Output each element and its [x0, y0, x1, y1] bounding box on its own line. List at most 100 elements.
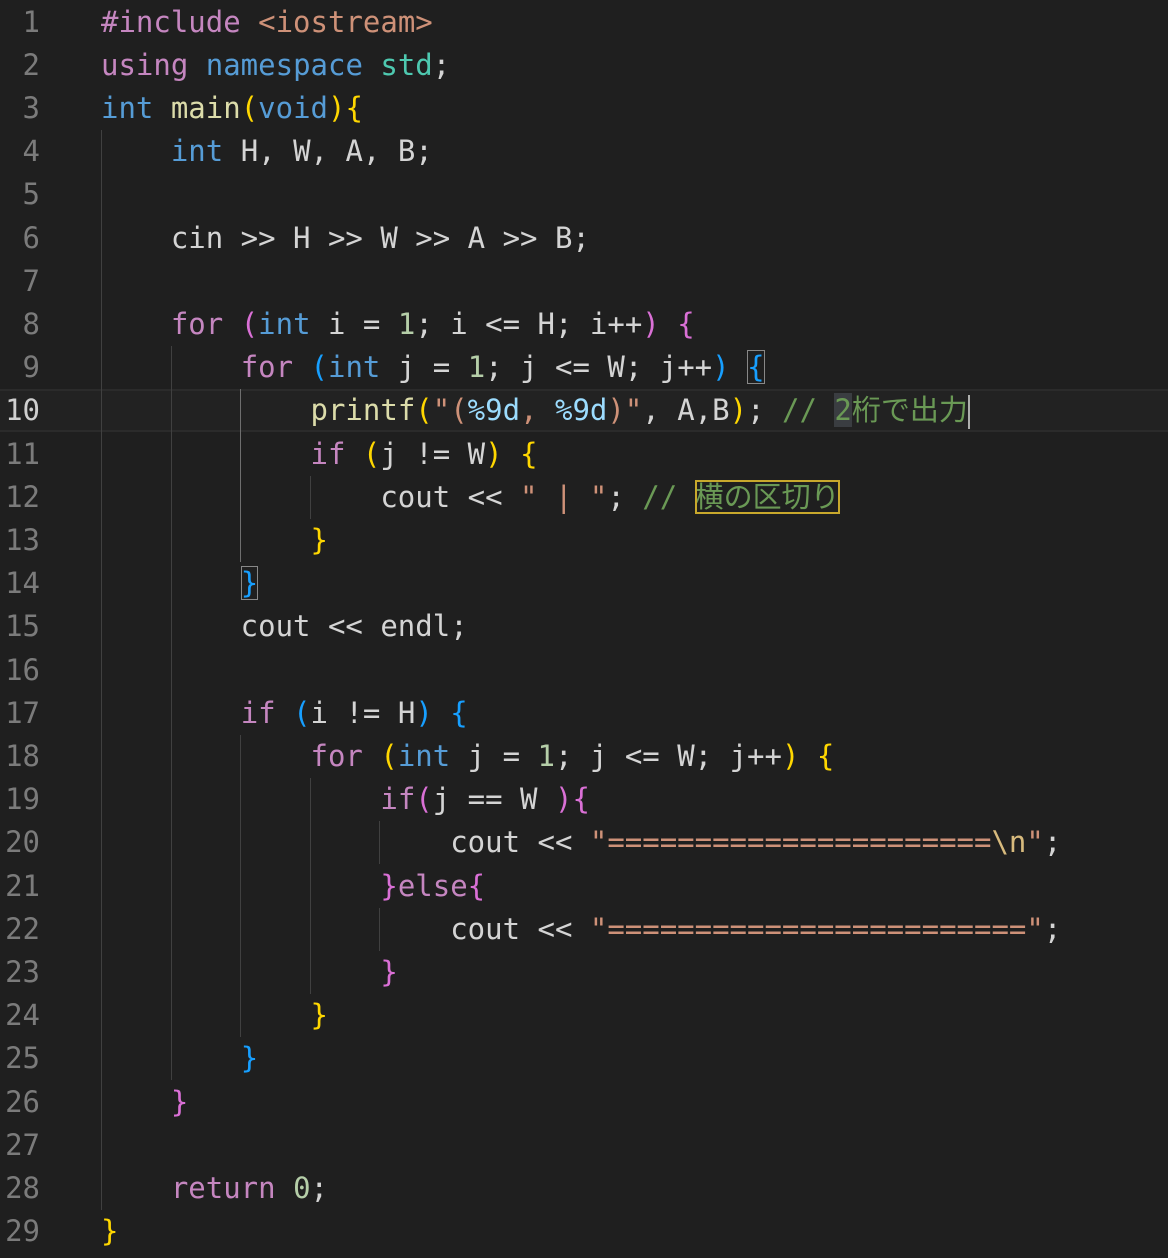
line-number: 10 — [5, 393, 40, 428]
code-token: ) — [712, 350, 730, 385]
code-token: ( — [380, 738, 398, 773]
code-line[interactable]: 17 if (i != H) { — [0, 692, 1168, 735]
code-line[interactable]: 2 using namespace std; — [0, 44, 1168, 87]
code-line[interactable]: 13 } — [0, 519, 1168, 562]
code-line[interactable]: 7 — [0, 260, 1168, 303]
code-token: ; — [1043, 911, 1062, 946]
code-line[interactable]: 24 } — [0, 994, 1168, 1037]
code-token: 1 — [397, 306, 416, 341]
code-line[interactable]: 4 int H, W, A, B; — [0, 130, 1168, 173]
code-text: if(j == W ){ — [101, 778, 590, 821]
code-text: } — [101, 1210, 118, 1253]
code-token: #include — [101, 4, 259, 39]
code-line[interactable]: 14 } — [0, 562, 1168, 605]
code-line[interactable]: 8 for (int i = 1; i <= H; i++) { — [0, 303, 1168, 346]
code-line[interactable]: 28 return 0; — [0, 1167, 1168, 1210]
line-number: 2 — [22, 47, 40, 82]
indent-guide — [101, 130, 102, 1211]
code-token: " | " — [520, 479, 608, 514]
code-line[interactable]: 23 } — [0, 951, 1168, 994]
code-token: for — [310, 738, 381, 773]
code-line[interactable]: 1 #include <iostream> — [0, 1, 1168, 44]
line-number: 19 — [5, 782, 40, 817]
code-token: j != W — [380, 436, 486, 471]
code-token: } — [240, 566, 259, 601]
code-line[interactable]: 29} — [0, 1210, 1168, 1253]
code-text: for (int j = 1; j <= W; j++) { — [101, 346, 765, 389]
code-token: } — [240, 1041, 259, 1076]
code-token: } — [170, 1084, 189, 1119]
code-token: { — [677, 306, 695, 341]
code-text: } — [101, 562, 259, 605]
code-line[interactable]: 25 } — [0, 1037, 1168, 1080]
code-line[interactable]: 5 — [0, 173, 1168, 216]
code-text: using namespace std; — [101, 44, 450, 87]
code-line[interactable]: 6 cin >> H >> W >> A >> B; — [0, 217, 1168, 260]
code-text: #include <iostream> — [101, 1, 433, 44]
line-number: 29 — [5, 1214, 40, 1249]
code-token: 1 — [467, 350, 486, 385]
code-line[interactable]: 11 if (j != W) { — [0, 433, 1168, 476]
code-token: std — [380, 47, 433, 82]
code-token: j == W — [432, 782, 555, 817]
code-text: int H, W, A, B; — [101, 130, 433, 173]
code-line[interactable]: 3 int main(void){ — [0, 87, 1168, 130]
code-line[interactable]: 15 cout << endl; — [0, 605, 1168, 648]
code-token: { — [572, 782, 590, 817]
code-token: ) — [554, 782, 573, 817]
code-token: // — [782, 393, 835, 428]
code-token: <iostream> — [258, 4, 433, 39]
code-line[interactable]: 21 }else{ — [0, 865, 1168, 908]
line-number: 6 — [22, 220, 40, 255]
indent-guide — [309, 778, 311, 995]
code-text: } — [101, 1081, 188, 1124]
code-line[interactable]: 9 for (int j = 1; j <= W; j++) { — [0, 346, 1168, 389]
line-number: 7 — [22, 263, 40, 298]
code-line[interactable]: 26 } — [0, 1081, 1168, 1124]
code-text: cout << "======================\n"; — [101, 821, 1061, 864]
line-number: 5 — [22, 177, 40, 212]
code-token: for — [240, 350, 311, 385]
code-token: ; j <= W; j++ — [485, 350, 713, 385]
code-line[interactable]: 10 printf("(%9d, %9d)", A,B); // 2桁で出力 — [0, 389, 1168, 433]
code-token: namespace — [205, 47, 381, 82]
code-token: ; — [310, 1170, 328, 1205]
code-line[interactable]: 18 for (int j = 1; j <= W; j++) { — [0, 735, 1168, 778]
code-token: int — [328, 350, 398, 385]
code-line[interactable]: 20 cout << "======================\n"; — [0, 821, 1168, 864]
code-token: j = — [397, 350, 468, 385]
code-token: 桁で出力 — [851, 393, 968, 428]
code-editor[interactable]: 1 #include <iostream> 2 using namespace std… — [0, 0, 1168, 1258]
code-token: ( — [310, 350, 328, 385]
code-token: \n — [991, 825, 1027, 860]
code-token: void — [258, 90, 328, 125]
code-line[interactable]: 16 — [0, 649, 1168, 692]
code-token: ; — [607, 479, 643, 514]
code-token: return — [170, 1170, 294, 1205]
text-cursor — [967, 395, 970, 430]
code-text: cout << " | "; // 横の区切り — [101, 476, 840, 519]
code-line[interactable]: 19 if(j == W ){ — [0, 778, 1168, 821]
code-token: ) — [642, 306, 660, 341]
code-token: int — [101, 90, 171, 125]
code-line[interactable]: 27 — [0, 1124, 1168, 1167]
code-token: ) — [781, 738, 800, 773]
code-token: %9d — [467, 393, 521, 428]
code-token: int — [170, 134, 241, 169]
code-token: " — [1026, 825, 1044, 860]
code-token: ( — [415, 782, 433, 817]
code-text: int main(void){ — [101, 87, 363, 130]
code-line[interactable]: 22 cout << "========================"; — [0, 908, 1168, 951]
code-line[interactable]: 12 cout << " | "; // 横の区切り — [0, 476, 1168, 519]
code-token: ( — [293, 695, 311, 730]
